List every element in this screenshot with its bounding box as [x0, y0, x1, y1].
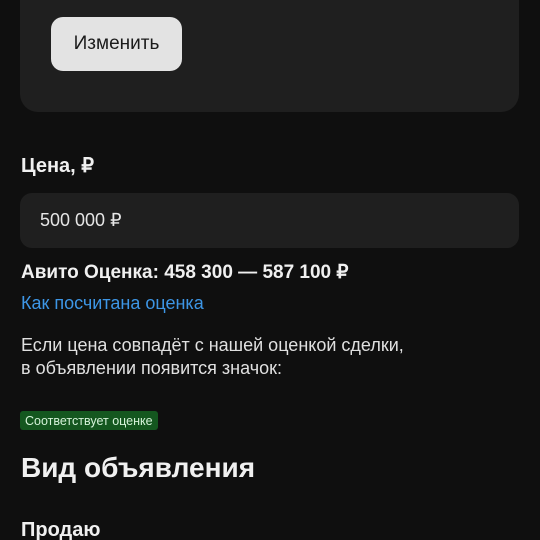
- estimate-info-text: Если цена совпадёт с нашей оценкой сделк…: [21, 334, 491, 380]
- listing-edit-screen: Изменить Цена, ₽ 500 000 ₽ Авито Оценка:…: [0, 0, 540, 540]
- estimate-match-badge: Соответствует оценке: [20, 411, 158, 430]
- estimate-info-line-1: Если цена совпадёт с нашей оценкой сделк…: [21, 335, 404, 355]
- price-input[interactable]: 500 000 ₽: [20, 193, 519, 248]
- avito-estimate: Авито Оценка: 458 300 — 587 100 ₽: [21, 262, 349, 283]
- estimate-explanation-link[interactable]: Как посчитана оценка: [21, 293, 204, 314]
- listing-type-heading: Вид объявления: [21, 452, 256, 483]
- listing-type-option-sell[interactable]: Продаю: [21, 519, 100, 540]
- estimate-match-badge-label: Соответствует оценке: [25, 413, 153, 428]
- estimate-info-line-2: в объявлении появится значок:: [21, 358, 282, 378]
- price-heading: Цена, ₽: [21, 155, 95, 177]
- price-input-value[interactable]: 500 000 ₽: [40, 210, 122, 231]
- change-button[interactable]: Изменить: [51, 17, 182, 71]
